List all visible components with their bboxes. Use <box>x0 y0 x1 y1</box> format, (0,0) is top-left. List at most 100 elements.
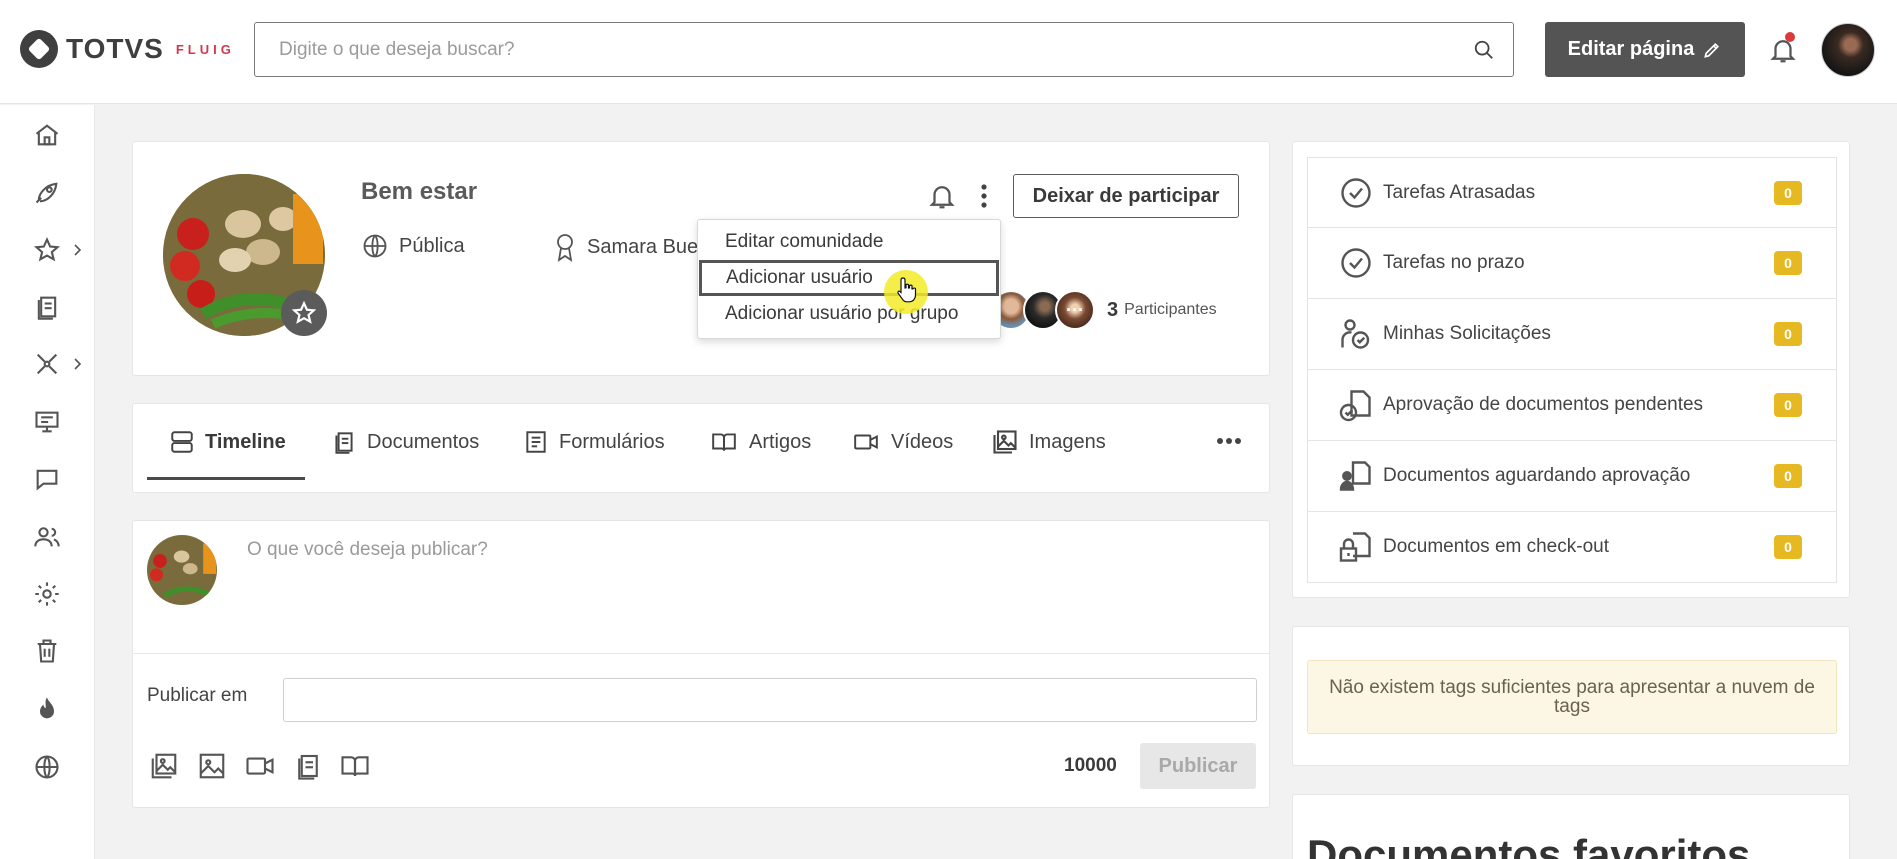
workflow-icon[interactable] <box>33 350 61 378</box>
chat-icon[interactable] <box>33 465 61 493</box>
character-count: 10000 <box>1064 755 1117 776</box>
count-badge: 0 <box>1774 180 1802 205</box>
participants[interactable]: ··· 3 Participantes <box>991 290 1217 330</box>
image-icon[interactable] <box>197 751 227 781</box>
logo-text: TOTVS <box>66 33 164 64</box>
hand-cursor-icon <box>897 277 917 303</box>
user-clock-icon <box>1341 319 1370 349</box>
task-label: Aprovação de documentos pendentes <box>1383 394 1704 415</box>
publish-in-label: Publicar em <box>147 685 248 706</box>
video-icon <box>854 434 878 450</box>
menu-item-add-user-by-group[interactable]: Adicionar usuário por grupo <box>698 296 1002 332</box>
globe-icon <box>363 234 387 258</box>
left-sidebar <box>0 105 95 859</box>
participant-label: Participantes <box>1124 301 1217 318</box>
gallery-icon[interactable] <box>149 751 179 781</box>
community-options-menu: Editar comunidade Adicionar usuário Adic… <box>697 219 1001 339</box>
forms-icon <box>526 431 546 453</box>
menu-item-edit-community[interactable]: Editar comunidade <box>698 224 1002 260</box>
chevron-right-icon[interactable] <box>72 243 84 257</box>
gear-icon[interactable] <box>33 580 61 608</box>
task-row-late[interactable]: Tarefas Atrasadas 0 <box>1307 157 1837 228</box>
publish-button[interactable]: Publicar <box>1140 743 1256 789</box>
tab-documents[interactable]: Documentos <box>331 404 479 480</box>
task-label: Tarefas no prazo <box>1383 252 1525 273</box>
visibility-label: Pública <box>399 234 465 257</box>
count-badge: 0 <box>1774 393 1802 417</box>
more-tabs-icon[interactable] <box>1216 437 1242 445</box>
trash-icon[interactable] <box>33 637 61 665</box>
post-composer-card: O que você deseja publicar? Publicar em … <box>132 520 1270 808</box>
search-box <box>254 22 1514 77</box>
edit-page-button[interactable]: Editar página <box>1545 22 1745 77</box>
monitor-icon[interactable] <box>33 408 61 436</box>
totvs-fluig-logo[interactable]: TOTVS FLUIG <box>20 30 235 68</box>
clock-check-icon <box>1341 177 1371 208</box>
tab-forms[interactable]: Formulários <box>523 404 665 480</box>
article-icon[interactable] <box>340 751 370 781</box>
star-icon[interactable] <box>33 236 61 264</box>
logo-icon <box>20 30 58 68</box>
flame-icon[interactable] <box>33 695 61 723</box>
count-badge: 0 <box>1774 464 1802 488</box>
more-options-icon[interactable] <box>979 182 989 210</box>
task-row-checkout[interactable]: Documentos em check-out 0 <box>1307 512 1837 583</box>
edit-page-label: Editar página <box>1567 38 1695 60</box>
community-avatar <box>147 535 217 605</box>
task-row-awaiting-approval[interactable]: Documentos aguardando aprovação 0 <box>1307 441 1837 512</box>
task-row-requests[interactable]: Minhas Solicitações 0 <box>1307 299 1837 370</box>
search-icon[interactable] <box>1473 39 1495 61</box>
favorite-button[interactable] <box>281 290 327 336</box>
globe-icon[interactable] <box>33 753 61 781</box>
menu-item-add-user[interactable]: Adicionar usuário <box>699 260 999 296</box>
tab-label: Formulários <box>559 430 665 453</box>
divider <box>133 653 1270 654</box>
documents-icon <box>335 432 353 454</box>
community-title: Bem estar <box>361 178 478 205</box>
publish-in-field[interactable] <box>283 678 1257 722</box>
users-icon[interactable] <box>33 523 61 551</box>
tab-images[interactable]: Imagens <box>991 404 1106 480</box>
post-input[interactable]: O que você deseja publicar? <box>247 539 488 561</box>
video-icon[interactable] <box>245 751 275 781</box>
clock-check-icon <box>1341 248 1371 278</box>
visibility-info: Pública <box>361 232 465 260</box>
award-icon <box>557 234 573 262</box>
book-icon <box>712 433 736 451</box>
rocket-icon[interactable] <box>33 178 61 206</box>
document-lock-icon <box>1339 532 1371 562</box>
star-icon <box>291 300 317 324</box>
timeline-icon <box>171 431 193 453</box>
participant-avatar[interactable]: ··· <box>1055 290 1095 330</box>
count-badge: 0 <box>1774 535 1802 559</box>
edit-page-icon <box>1704 42 1720 58</box>
task-row-on-time[interactable]: Tarefas no prazo 0 <box>1307 228 1837 299</box>
tag-cloud-card: Não existem tags suficientes para aprese… <box>1292 626 1850 766</box>
active-tab-indicator <box>147 477 305 480</box>
participant-count: 3 <box>1107 298 1119 321</box>
tab-label: Documentos <box>367 430 480 453</box>
document-approval-icon <box>1339 390 1371 422</box>
task-row-pending-approval[interactable]: Aprovação de documentos pendentes 0 <box>1307 370 1837 441</box>
community-notification-bell-icon[interactable] <box>927 180 957 212</box>
chevron-right-icon[interactable] <box>72 357 84 371</box>
documents-icon[interactable] <box>33 293 61 321</box>
leave-community-button[interactable]: Deixar de participar <box>1013 174 1239 218</box>
document-user-icon <box>1339 461 1371 491</box>
tab-articles[interactable]: Artigos <box>709 404 811 480</box>
home-icon[interactable] <box>33 121 61 149</box>
task-label: Documentos aguardando aprovação <box>1383 465 1691 486</box>
tabs-card: Timeline Documentos Formulários Artigos … <box>132 403 1270 493</box>
notification-dot <box>1785 32 1795 42</box>
tab-label: Vídeos <box>891 430 954 453</box>
owner-name[interactable]: Samara Buet <box>587 236 704 259</box>
top-header: TOTVS FLUIG Editar página <box>0 0 1897 104</box>
search-input[interactable] <box>255 23 1513 76</box>
tab-timeline[interactable]: Timeline <box>169 404 286 480</box>
logo-sub: FLUIG <box>175 41 235 57</box>
document-icon[interactable] <box>293 751 323 781</box>
task-label: Documentos em check-out <box>1383 536 1609 557</box>
user-avatar[interactable] <box>1821 23 1875 77</box>
tab-videos[interactable]: Vídeos <box>851 404 953 480</box>
favorite-documents-card: Documentos favoritos <box>1292 794 1850 859</box>
